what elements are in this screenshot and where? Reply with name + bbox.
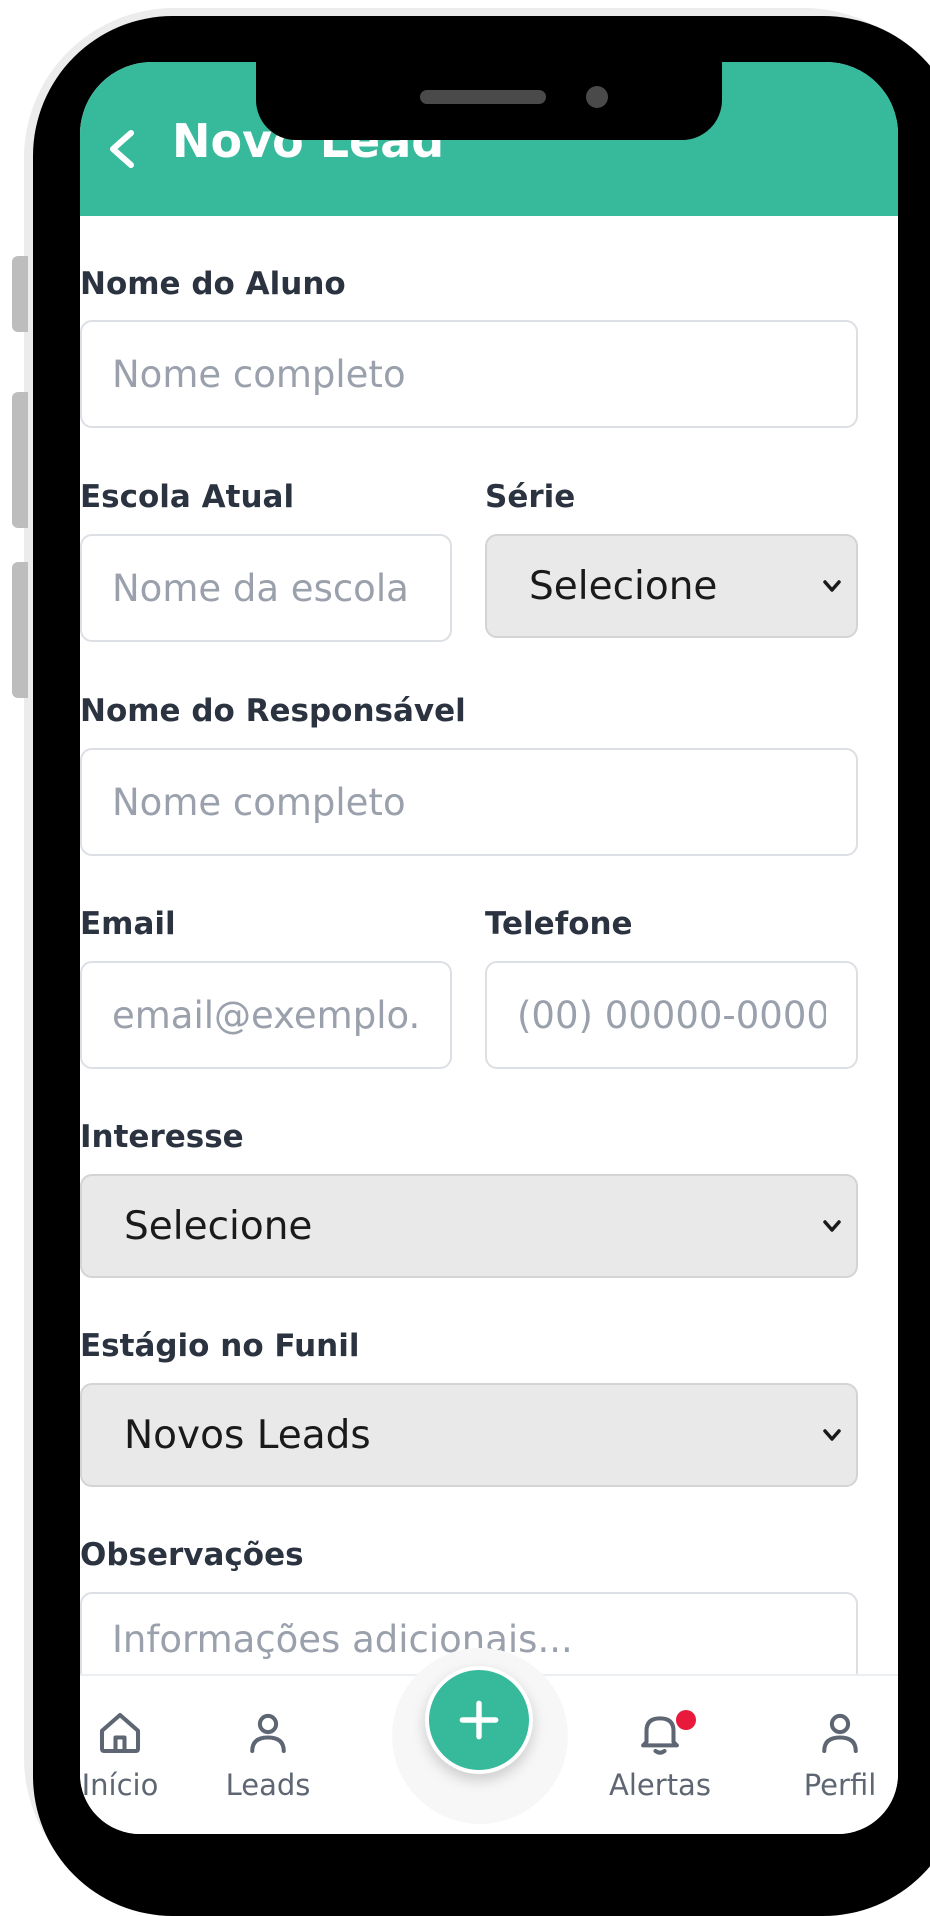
chevron-down-icon (823, 580, 841, 592)
current-school-input[interactable] (80, 534, 452, 642)
nav-item-alerts[interactable]: Alertas (580, 1706, 740, 1802)
interest-label: Interesse (80, 1119, 244, 1155)
phone-volume-down-button (12, 562, 28, 698)
grade-label: Série (485, 479, 576, 515)
email-input[interactable] (80, 961, 452, 1069)
front-camera (586, 86, 608, 108)
phone-input[interactable] (485, 961, 858, 1069)
funnel-stage-label: Estágio no Funil (80, 1328, 360, 1364)
plus-icon (459, 1700, 499, 1740)
funnel-stage-select-value: Novos Leads (124, 1412, 371, 1458)
user-icon (250, 1713, 286, 1754)
nav-item-profile[interactable]: Perfil (760, 1706, 898, 1802)
chevron-left-icon (110, 130, 134, 168)
user-icon (822, 1713, 858, 1754)
funnel-stage-select[interactable]: Novos Leads (80, 1383, 858, 1487)
email-label: Email (80, 906, 176, 942)
chevron-down-icon (823, 1220, 841, 1232)
grade-select-value: Selecione (529, 563, 718, 609)
phone-notch (256, 62, 722, 140)
nav-item-home[interactable]: Início (80, 1706, 200, 1802)
phone-side-button (12, 256, 28, 332)
nav-label-leads: Leads (225, 1768, 311, 1802)
home-icon (99, 1712, 141, 1754)
add-lead-button[interactable] (425, 1666, 533, 1774)
nav-label-home: Início (81, 1768, 159, 1802)
grade-select[interactable]: Selecione (485, 534, 858, 638)
guardian-name-input[interactable] (80, 748, 858, 856)
phone-screen: Novo Lead Nome do Aluno Escola Atual Sér… (80, 62, 898, 1834)
interest-select-value: Selecione (124, 1203, 313, 1249)
nav-label-profile: Perfil (803, 1768, 877, 1802)
chevron-down-icon (823, 1429, 841, 1441)
notes-label: Observações (80, 1537, 304, 1573)
nav-item-leads[interactable]: Leads (188, 1706, 348, 1802)
current-school-label: Escola Atual (80, 479, 295, 515)
student-name-label: Nome do Aluno (80, 266, 346, 302)
speaker-grille (420, 90, 546, 104)
notification-badge (676, 1710, 696, 1730)
guardian-name-label: Nome do Responsável (80, 693, 466, 729)
student-name-input[interactable] (80, 320, 858, 428)
phone-label: Telefone (485, 906, 633, 942)
interest-select[interactable]: Selecione (80, 1174, 858, 1278)
back-button[interactable] (92, 114, 152, 184)
nav-label-alerts: Alertas (609, 1768, 711, 1802)
phone-volume-up-button (12, 392, 28, 528)
